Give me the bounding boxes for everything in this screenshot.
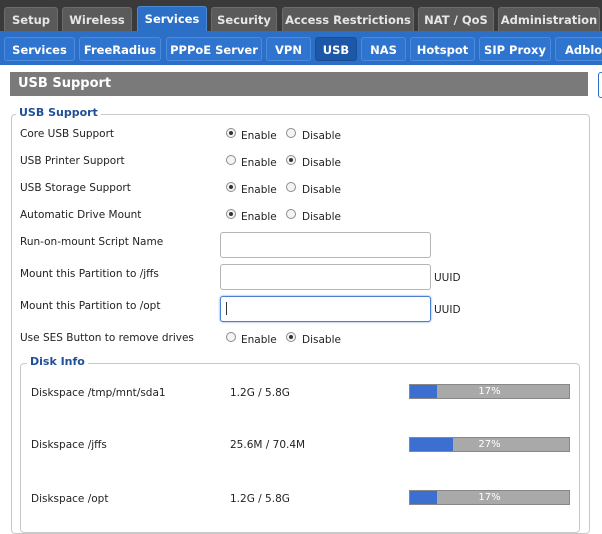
subtab-vpn[interactable]: VPN: [266, 37, 311, 61]
disk-info-title: Disk Info: [27, 355, 88, 368]
usb-printer-enable-label: Enable: [241, 157, 277, 169]
subtab-hotspot[interactable]: Hotspot: [410, 37, 475, 61]
text-cursor: [226, 302, 227, 315]
disk-sda1-usage-bar: 17%: [409, 384, 570, 399]
subtab-usb[interactable]: USB: [315, 37, 357, 61]
mount-jffs-label: Mount this Partition to /jffs: [20, 268, 159, 280]
usb-printer-disable-label: Disable: [302, 157, 341, 169]
mount-opt-uuid-label: UUID: [434, 304, 461, 316]
ses-disable-label: Disable: [302, 334, 341, 346]
usb-storage-enable-radio[interactable]: [226, 182, 236, 192]
usb-printer-enable-radio[interactable]: [226, 155, 236, 165]
subtab-pppoe-server[interactable]: PPPoE Server: [166, 37, 262, 61]
auto-mount-disable-label: Disable: [302, 211, 341, 223]
side-panel-edge: [598, 72, 602, 98]
mount-opt-input[interactable]: [220, 296, 431, 322]
tab-nat-qos[interactable]: NAT / QoS: [418, 7, 494, 31]
disk-opt-usage-bar: 17%: [409, 490, 570, 505]
script-name-label: Run-on-mount Script Name: [20, 236, 164, 248]
auto-mount-enable-radio[interactable]: [226, 209, 236, 219]
usb-printer-disable-radio[interactable]: [286, 155, 296, 165]
disk-opt-label: Diskspace /opt: [31, 493, 109, 505]
core-usb-enable-label: Enable: [241, 130, 277, 142]
subtab-adblock[interactable]: Adbloc: [555, 37, 602, 61]
subtab-freeradius[interactable]: FreeRadius: [79, 37, 161, 61]
sub-tab-bar: Services FreeRadius PPPoE Server VPN USB…: [0, 34, 602, 65]
section-title: USB Support: [16, 106, 101, 119]
ses-enable-radio[interactable]: [226, 332, 236, 342]
script-name-input[interactable]: [220, 232, 431, 258]
disk-sda1-size: 1.2G / 5.8G: [230, 387, 290, 399]
disk-opt-percent: 17%: [478, 492, 501, 503]
disk-opt-size: 1.2G / 5.8G: [230, 493, 290, 505]
disk-jffs-percent: 27%: [478, 439, 501, 450]
page-title: USB Support: [10, 72, 588, 96]
subtab-nas[interactable]: NAS: [361, 37, 406, 61]
usb-storage-disable-radio[interactable]: [286, 182, 296, 192]
auto-mount-label: Automatic Drive Mount: [20, 209, 142, 221]
ses-disable-radio[interactable]: [286, 332, 296, 342]
subtab-sip-proxy[interactable]: SIP Proxy: [479, 37, 551, 61]
disk-sda1-label: Diskspace /tmp/mnt/sda1: [31, 387, 166, 399]
auto-mount-enable-label: Enable: [241, 211, 277, 223]
core-usb-disable-radio[interactable]: [286, 128, 296, 138]
mount-jffs-input[interactable]: [220, 264, 431, 290]
ses-button-label: Use SES Button to remove drives: [20, 332, 194, 344]
main-tab-bar: Setup Wireless Services Security Access …: [0, 0, 602, 32]
mount-jffs-uuid-label: UUID: [434, 272, 461, 284]
core-usb-label: Core USB Support: [20, 128, 115, 140]
tab-access-restrictions[interactable]: Access Restrictions: [282, 7, 414, 31]
disk-jffs-usage-bar: 27%: [409, 437, 570, 452]
mount-opt-label: Mount this Partition to /opt: [20, 300, 161, 312]
usb-storage-disable-label: Disable: [302, 184, 341, 196]
disk-sda1-percent: 17%: [478, 386, 501, 397]
tab-setup[interactable]: Setup: [4, 7, 58, 31]
disk-jffs-size: 25.6M / 70.4M: [230, 439, 306, 451]
usb-printer-label: USB Printer Support: [20, 155, 125, 167]
usb-storage-enable-label: Enable: [241, 184, 277, 196]
auto-mount-disable-radio[interactable]: [286, 209, 296, 219]
ses-enable-label: Enable: [241, 334, 277, 346]
tab-security[interactable]: Security: [211, 7, 277, 31]
tab-wireless[interactable]: Wireless: [62, 7, 132, 31]
disk-jffs-label: Diskspace /jffs: [31, 439, 107, 451]
core-usb-enable-radio[interactable]: [226, 128, 236, 138]
tab-services[interactable]: Services: [137, 6, 207, 32]
tab-administration[interactable]: Administration: [498, 7, 600, 31]
subtab-services[interactable]: Services: [4, 37, 75, 61]
usb-storage-label: USB Storage Support: [20, 182, 131, 194]
core-usb-disable-label: Disable: [302, 130, 341, 142]
